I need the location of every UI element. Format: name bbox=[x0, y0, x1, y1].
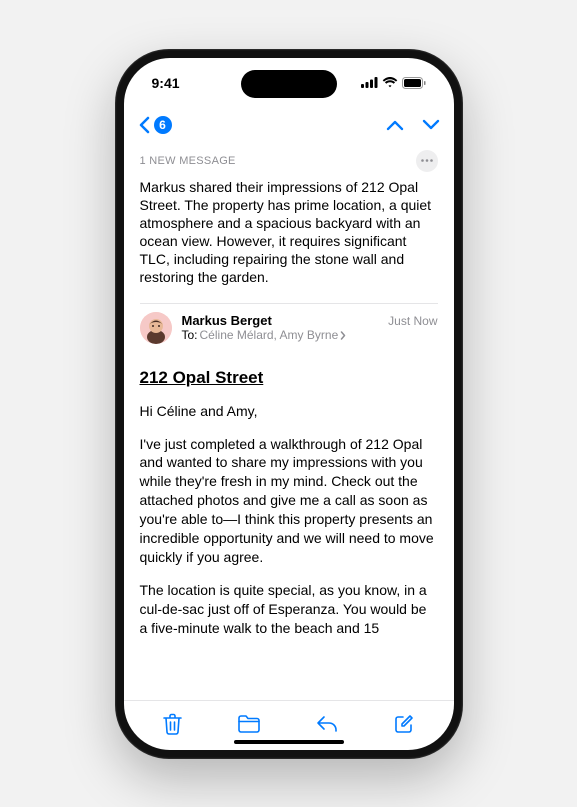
email-content[interactable]: 1 NEW MESSAGE Markus shared their impres… bbox=[124, 142, 454, 700]
cellular-icon bbox=[361, 77, 378, 88]
content-fade bbox=[124, 670, 454, 700]
chevron-right-icon bbox=[340, 331, 346, 340]
ai-summary: Markus shared their impressions of 212 O… bbox=[140, 178, 438, 287]
dynamic-island bbox=[241, 70, 337, 98]
compose-button[interactable] bbox=[394, 714, 414, 734]
screen: 9:41 6 bbox=[124, 58, 454, 750]
email-subject: 212 Opal Street bbox=[140, 368, 438, 388]
avatar bbox=[140, 312, 172, 344]
home-indicator[interactable] bbox=[234, 740, 344, 744]
chevron-left-icon bbox=[138, 116, 150, 134]
recipients-row[interactable]: To: Céline Mélard, Amy Byrne bbox=[182, 328, 379, 342]
sender-name: Markus Berget bbox=[182, 313, 379, 328]
email-body: Hi Céline and Amy, I've just completed a… bbox=[140, 402, 438, 638]
reply-button[interactable] bbox=[316, 715, 338, 733]
sender-row[interactable]: Markus Berget To: Céline Mélard, Amy Byr… bbox=[140, 303, 438, 352]
next-message-button[interactable] bbox=[422, 119, 440, 131]
nav-bar: 6 bbox=[124, 108, 454, 142]
prev-message-button[interactable] bbox=[386, 119, 404, 131]
battery-icon bbox=[402, 77, 426, 89]
status-time: 9:41 bbox=[152, 75, 180, 91]
recipients: Céline Mélard, Amy Byrne bbox=[200, 328, 339, 342]
to-label: To: bbox=[182, 328, 198, 342]
phone-frame: 9:41 6 bbox=[115, 49, 463, 759]
ellipsis-icon bbox=[421, 159, 433, 162]
trash-button[interactable] bbox=[163, 713, 182, 735]
wifi-icon bbox=[382, 77, 398, 88]
body-paragraph: The location is quite special, as you kn… bbox=[140, 581, 438, 638]
unread-badge: 6 bbox=[154, 116, 172, 134]
greeting: Hi Céline and Amy, bbox=[140, 402, 438, 421]
timestamp: Just Now bbox=[388, 314, 437, 328]
more-button[interactable] bbox=[416, 150, 438, 172]
body-paragraph: I've just completed a walkthrough of 212… bbox=[140, 435, 438, 567]
preview-label: 1 NEW MESSAGE bbox=[140, 155, 236, 167]
folder-button[interactable] bbox=[238, 715, 260, 733]
back-button[interactable]: 6 bbox=[138, 116, 172, 134]
